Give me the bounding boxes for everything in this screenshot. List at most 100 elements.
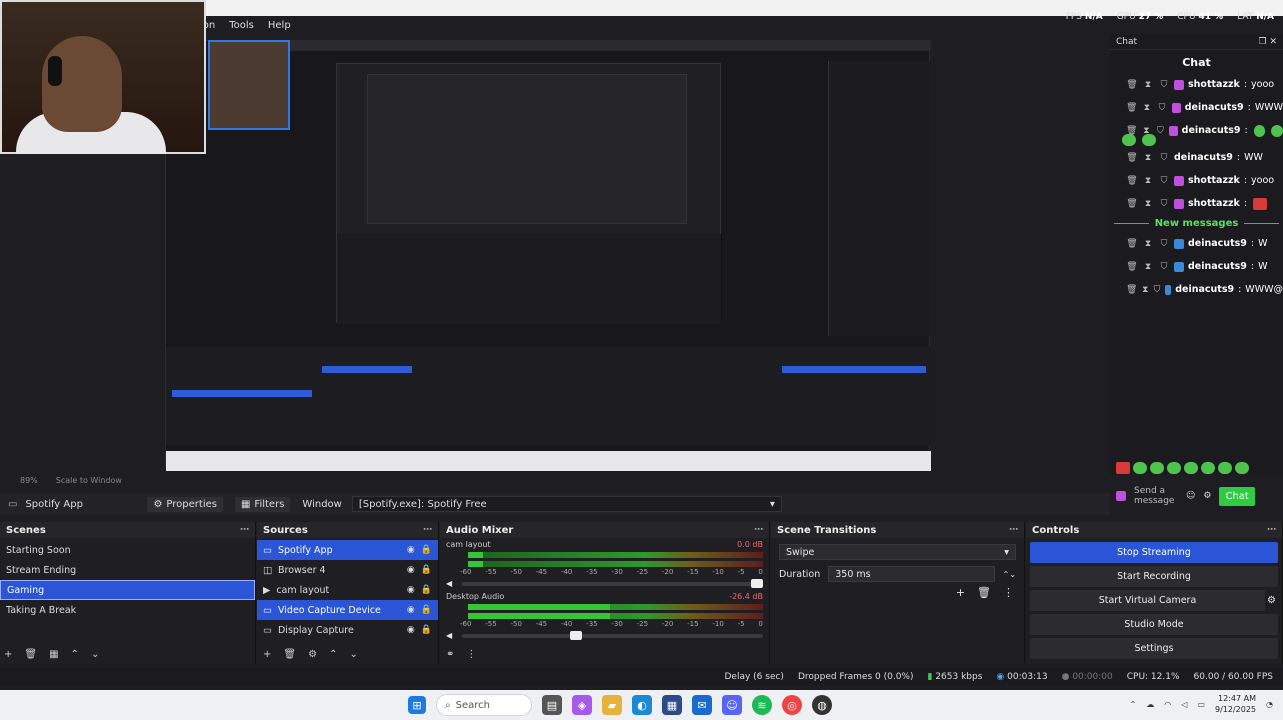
filter-icon[interactable]: ▦ bbox=[49, 649, 58, 660]
spotify-icon[interactable]: ≋ bbox=[752, 695, 772, 715]
source-item[interactable]: ▭ Spotify App ◉ 🔒 bbox=[257, 540, 438, 560]
gear-icon[interactable]: ⚙ bbox=[308, 649, 317, 660]
eye-icon[interactable]: ◉ bbox=[407, 625, 415, 635]
hourglass-icon[interactable]: ⧗ bbox=[1141, 285, 1149, 295]
emote-icon[interactable] bbox=[1235, 462, 1249, 474]
shield-icon[interactable]: ⛉ bbox=[1158, 199, 1170, 209]
emote-icon[interactable] bbox=[1133, 462, 1147, 474]
settings-button[interactable]: Settings bbox=[1030, 638, 1278, 659]
dock-menu-icon[interactable]: ⋯ bbox=[240, 525, 249, 535]
chevron-down-icon[interactable]: ⌄ bbox=[349, 649, 357, 660]
add-icon[interactable]: + bbox=[263, 649, 271, 660]
volume-knob[interactable] bbox=[570, 630, 583, 640]
hourglass-icon[interactable]: ⧗ bbox=[1142, 153, 1154, 163]
source-item[interactable]: ▭ Display Capture ◉ 🔒 bbox=[257, 620, 438, 640]
hourglass-icon[interactable]: ⧗ bbox=[1142, 199, 1154, 209]
hourglass-icon[interactable]: ⧗ bbox=[1141, 103, 1152, 113]
volume-slider[interactable] bbox=[462, 630, 763, 640]
hourglass-icon[interactable]: ⧗ bbox=[1142, 262, 1154, 272]
volume-knob[interactable] bbox=[751, 578, 763, 588]
gear-icon[interactable]: ⚙ bbox=[1203, 491, 1211, 501]
eye-icon[interactable]: ◉ bbox=[407, 565, 415, 575]
trash-icon[interactable]: 🗑 bbox=[1126, 239, 1138, 249]
dock-menu-icon[interactable]: ⋯ bbox=[423, 525, 432, 535]
more-icon[interactable]: ⋮ bbox=[466, 649, 476, 660]
taskbar-search[interactable]: ⌕ Search bbox=[436, 694, 532, 716]
emoji-icon[interactable]: ☺ bbox=[1186, 491, 1195, 501]
emote-icon[interactable] bbox=[1150, 462, 1164, 474]
chevron-up-icon[interactable]: ⌃ bbox=[329, 649, 337, 660]
speaker-icon[interactable]: ◀ bbox=[446, 579, 462, 588]
source-item[interactable]: ▭ Video Capture Device ◉ 🔒 bbox=[257, 600, 438, 620]
shield-icon[interactable]: ⛉ bbox=[1158, 262, 1170, 272]
chevron-up-icon[interactable]: ⌃ bbox=[1130, 700, 1137, 709]
shield-icon[interactable]: ⛉ bbox=[1155, 126, 1165, 136]
speaker-icon[interactable]: ◀ bbox=[446, 631, 462, 640]
chat-dock-tab[interactable]: Chat bbox=[1116, 37, 1137, 47]
studio-mode-button[interactable]: Studio Mode bbox=[1030, 614, 1278, 635]
chevron-up-icon[interactable]: ⌃ bbox=[71, 649, 79, 660]
add-icon[interactable]: + bbox=[4, 649, 12, 660]
store-icon[interactable]: ▦ bbox=[662, 695, 682, 715]
chevron-down-icon[interactable]: ⌄ bbox=[91, 649, 99, 660]
trash-icon[interactable]: 🗑 bbox=[1126, 176, 1138, 186]
trash-icon[interactable]: 🗑 bbox=[1126, 262, 1138, 272]
dock-menu-icon[interactable]: ⋯ bbox=[1009, 525, 1018, 535]
menu-tools[interactable]: Tools bbox=[229, 20, 254, 31]
emote-icon[interactable] bbox=[1167, 462, 1181, 474]
trash-icon[interactable]: 🗑 bbox=[1126, 153, 1138, 163]
add-icon[interactable]: + bbox=[956, 586, 965, 599]
emote-icon[interactable] bbox=[1218, 462, 1232, 474]
battery-icon[interactable]: ▭ bbox=[1197, 700, 1205, 709]
transition-select[interactable]: Swipe ▾ bbox=[779, 544, 1016, 560]
scene-item[interactable]: Starting Soon bbox=[0, 540, 255, 560]
trash-icon[interactable]: 🗑 bbox=[1126, 103, 1137, 113]
start-recording-button[interactable]: Start Recording bbox=[1030, 566, 1278, 587]
source-item[interactable]: ▶ cam layout ◉ 🔒 bbox=[257, 580, 438, 600]
trash-icon[interactable]: 🗑 bbox=[283, 649, 296, 660]
eye-icon[interactable]: ◉ bbox=[407, 545, 415, 555]
scene-item[interactable]: Gaming bbox=[0, 580, 255, 600]
duration-input[interactable]: 350 ms bbox=[828, 566, 995, 582]
filters-button[interactable]: ▦ Filters bbox=[234, 496, 291, 512]
window-select[interactable]: [Spotify.exe]: Spotify Free ▾ bbox=[351, 496, 782, 512]
lock-icon[interactable]: 🔒 bbox=[421, 565, 432, 575]
trash-icon[interactable]: 🗑 bbox=[1126, 199, 1138, 209]
trash-icon[interactable]: 🗑 bbox=[1126, 285, 1137, 295]
trash-icon[interactable]: 🗑 bbox=[1126, 80, 1138, 90]
hourglass-icon[interactable]: ⧗ bbox=[1142, 239, 1154, 249]
menu-help[interactable]: Help bbox=[268, 20, 291, 31]
shield-icon[interactable]: ⛉ bbox=[1158, 176, 1170, 186]
folder-icon[interactable]: ▰ bbox=[602, 695, 622, 715]
dock-controls-icon[interactable]: ❐ ✕ bbox=[1259, 37, 1277, 47]
stepper-icon[interactable]: ⌃⌄ bbox=[1003, 570, 1016, 579]
emote-icon[interactable] bbox=[1184, 462, 1198, 474]
trash-icon[interactable]: 🗑 bbox=[977, 586, 991, 599]
lock-icon[interactable]: 🔒 bbox=[421, 605, 432, 615]
chat-send-button[interactable]: Chat bbox=[1219, 486, 1255, 506]
wifi-icon[interactable]: ◠ bbox=[1164, 700, 1171, 709]
lock-icon[interactable]: 🔒 bbox=[421, 585, 432, 595]
stop-streaming-button[interactable]: Stop Streaming bbox=[1030, 542, 1278, 563]
dock-menu-icon[interactable]: ⋯ bbox=[754, 525, 763, 535]
chrome-icon[interactable]: ◎ bbox=[782, 695, 802, 715]
task-view-icon[interactable]: ▤ bbox=[542, 695, 562, 715]
emote-icon[interactable] bbox=[1116, 462, 1130, 474]
scene-item[interactable]: Stream Ending bbox=[0, 560, 255, 580]
lock-icon[interactable]: 🔒 bbox=[421, 545, 432, 555]
shield-icon[interactable]: ⛉ bbox=[1156, 103, 1167, 113]
edge-icon[interactable]: ◐ bbox=[632, 695, 652, 715]
scene-item[interactable]: Taking A Break bbox=[0, 600, 255, 620]
hourglass-icon[interactable]: ⧗ bbox=[1142, 80, 1154, 90]
emote-icon[interactable] bbox=[1201, 462, 1215, 474]
clock[interactable]: 12:47 AM 9/12/2025 bbox=[1215, 693, 1256, 715]
source-item[interactable]: ◫ Browser 4 ◉ 🔒 bbox=[257, 560, 438, 580]
lock-icon[interactable]: 🔒 bbox=[421, 625, 432, 635]
volume-icon[interactable]: ◁ bbox=[1181, 700, 1187, 709]
volume-slider[interactable] bbox=[462, 578, 763, 588]
obs-icon[interactable]: ◍ bbox=[812, 695, 832, 715]
start-virtual-camera-button[interactable]: Start Virtual Camera bbox=[1030, 590, 1266, 611]
hourglass-icon[interactable]: ⧗ bbox=[1142, 176, 1154, 186]
shield-icon[interactable]: ⛉ bbox=[1153, 285, 1161, 295]
gear-icon[interactable]: ⚙ bbox=[1267, 595, 1276, 606]
